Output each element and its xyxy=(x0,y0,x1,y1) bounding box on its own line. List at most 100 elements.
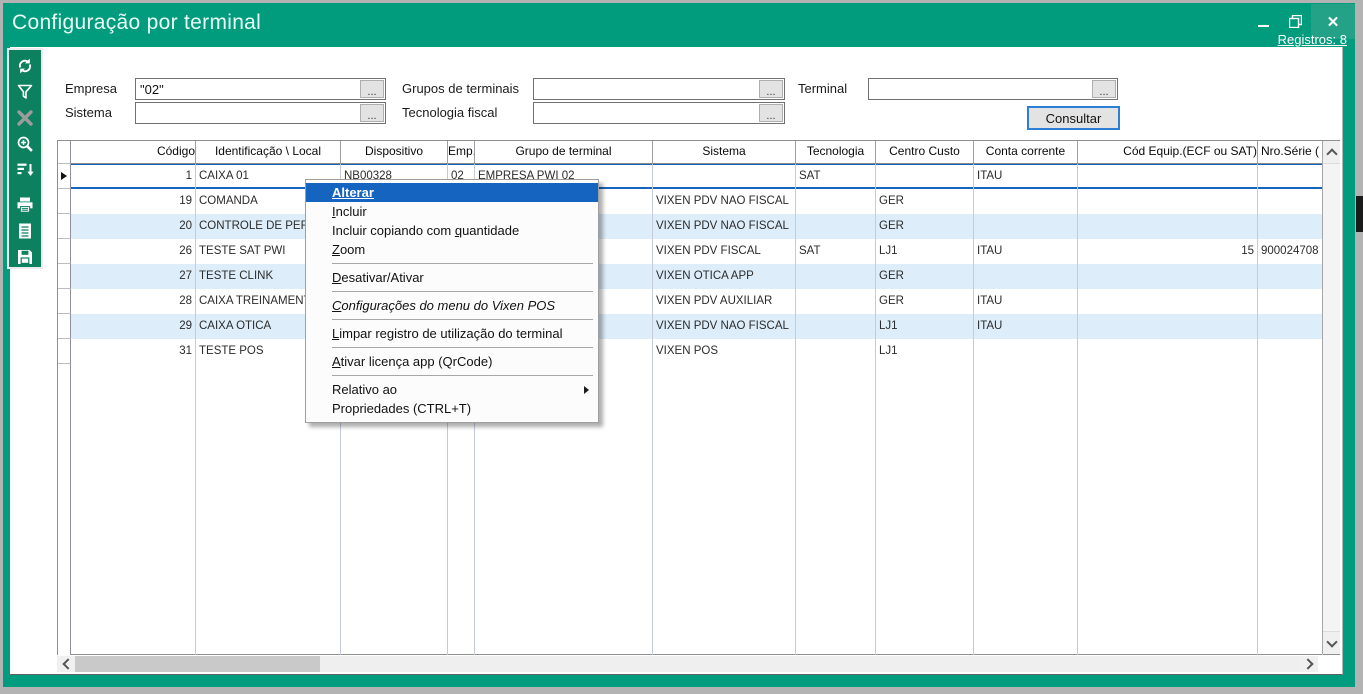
row-header-cell[interactable] xyxy=(58,264,71,289)
window-title[interactable]: Configuração por terminal xyxy=(12,11,261,35)
grid-cell-centro_custo[interactable] xyxy=(876,164,974,189)
consultar-button[interactable]: Consultar xyxy=(1027,106,1120,130)
grid-cell-nro_serie[interactable]: 900024708 xyxy=(1258,239,1323,264)
column-header-4[interactable]: Grupo de terminal xyxy=(475,141,653,164)
column-header-10[interactable]: Nro.Série ( xyxy=(1258,141,1323,164)
grupos-browse-button[interactable]: ... xyxy=(759,80,783,98)
clear-filter-button[interactable] xyxy=(15,108,35,128)
grid-cell-tecnologia[interactable] xyxy=(796,289,876,314)
grid-cell-sistema[interactable] xyxy=(653,164,796,189)
empresa-input[interactable] xyxy=(136,79,359,99)
minimize-button[interactable] xyxy=(1247,4,1279,39)
report-button[interactable] xyxy=(15,221,35,241)
grid-cell-centro_custo[interactable]: LJ1 xyxy=(876,239,974,264)
grid-cell-conta_corrente[interactable]: ITAU xyxy=(974,314,1078,339)
column-header-1[interactable]: Identificação \ Local xyxy=(196,141,341,164)
scroll-up-button[interactable] xyxy=(1323,141,1340,164)
grid-cell-centro_custo[interactable]: GER xyxy=(876,189,974,214)
row-header-cell[interactable] xyxy=(58,314,71,339)
grid-cell-conta_corrente[interactable]: ITAU xyxy=(974,289,1078,314)
grid-cell-nro_serie[interactable] xyxy=(1258,214,1323,239)
grid-cell-centro_custo[interactable]: GER xyxy=(876,289,974,314)
grid-cell-codigo[interactable]: 29 xyxy=(71,314,196,339)
grid-cell-centro_custo[interactable]: LJ1 xyxy=(876,339,974,364)
grid-cell-conta_corrente[interactable] xyxy=(974,189,1078,214)
grid-cell-sistema[interactable]: VIXEN PDV AUXILIAR xyxy=(653,289,796,314)
column-header-8[interactable]: Conta corrente xyxy=(974,141,1078,164)
grid-cell-cod_equip[interactable] xyxy=(1078,164,1258,189)
terminal-browse-button[interactable]: ... xyxy=(1092,80,1116,98)
table-row[interactable]: 20CONTROLE DE PERMANENCIAVIXEN PDV NAO F… xyxy=(58,214,1339,239)
table-row[interactable]: 28CAIXA TREINAMENTOVIXEN PDV AUXILIARGER… xyxy=(58,289,1339,314)
sort-button[interactable] xyxy=(15,160,35,180)
grid-cell-sistema[interactable]: VIXEN PDV FISCAL xyxy=(653,239,796,264)
column-header-2[interactable]: Dispositivo xyxy=(341,141,448,164)
horizontal-scrollbar[interactable] xyxy=(57,656,1318,672)
grid-cell-nro_serie[interactable] xyxy=(1258,164,1323,189)
table-row[interactable]: 27TESTE CLINKVIXEN OTICA APPGER xyxy=(58,264,1339,289)
grid-cell-codigo[interactable]: 26 xyxy=(71,239,196,264)
row-header-cell[interactable] xyxy=(58,164,71,189)
grid-cell-conta_corrente[interactable]: ITAU xyxy=(974,239,1078,264)
column-header-9[interactable]: Cód Equip.(ECF ou SAT) xyxy=(1078,141,1258,164)
table-row[interactable]: 1CAIXA 01NB0032802EMPRESA PWI 02SATITAU xyxy=(58,164,1339,189)
filter-button[interactable] xyxy=(15,82,35,102)
table-row[interactable]: 31TESTE POSVIXEN POSLJ1 xyxy=(58,339,1339,364)
scroll-right-button[interactable] xyxy=(1300,656,1318,672)
print-button[interactable] xyxy=(15,195,35,215)
menu-item-11[interactable]: Ativar licença app (QrCode) xyxy=(306,352,598,371)
grid-cell-tecnologia[interactable]: SAT xyxy=(796,239,876,264)
grid-cell-nro_serie[interactable] xyxy=(1258,189,1323,214)
empresa-browse-button[interactable]: ... xyxy=(360,80,384,98)
grid-cell-sistema[interactable]: VIXEN PDV NAO FISCAL xyxy=(653,314,796,339)
grid-cell-codigo[interactable]: 27 xyxy=(71,264,196,289)
menu-item-7[interactable]: Configurações do menu do Vixen POS xyxy=(306,296,598,315)
grid-cell-nro_serie[interactable] xyxy=(1258,264,1323,289)
sistema-input[interactable] xyxy=(136,103,359,123)
grupos-input[interactable] xyxy=(534,79,758,99)
grid-cell-sistema[interactable]: VIXEN POS xyxy=(653,339,796,364)
grid-cell-sistema[interactable]: VIXEN OTICA APP xyxy=(653,264,796,289)
table-row[interactable]: 19COMANDAVIXEN PDV NAO FISCALGER xyxy=(58,189,1339,214)
grid-cell-centro_custo[interactable]: GER xyxy=(876,214,974,239)
tecnologia-fiscal-input[interactable] xyxy=(534,103,758,123)
column-header-6[interactable]: Tecnologia xyxy=(796,141,876,164)
grid-cell-cod_equip[interactable] xyxy=(1078,314,1258,339)
table-row[interactable]: 29CAIXA OTICAVIXEN PDV NAO FISCALLJ1ITAU xyxy=(58,314,1339,339)
row-header-cell[interactable] xyxy=(58,214,71,239)
zoom-button[interactable] xyxy=(15,134,35,154)
row-header-cell[interactable] xyxy=(58,289,71,314)
grid-cell-conta_corrente[interactable]: ITAU xyxy=(974,164,1078,189)
grid-cell-codigo[interactable]: 1 xyxy=(71,164,196,189)
grid-cell-cod_equip[interactable] xyxy=(1078,289,1258,314)
menu-item-5[interactable]: Desativar/Ativar xyxy=(306,268,598,287)
grid-cell-conta_corrente[interactable] xyxy=(974,264,1078,289)
grid-cell-cod_equip[interactable] xyxy=(1078,339,1258,364)
grid-cell-cod_equip[interactable]: 15 xyxy=(1078,239,1258,264)
scroll-down-button[interactable] xyxy=(1323,631,1340,654)
terminal-input[interactable] xyxy=(869,79,1091,99)
grid-cell-nro_serie[interactable] xyxy=(1258,314,1323,339)
grid-cell-tecnologia[interactable] xyxy=(796,339,876,364)
grid-cell-tecnologia[interactable] xyxy=(796,264,876,289)
row-header-cell[interactable] xyxy=(58,239,71,264)
grid-cell-tecnologia[interactable] xyxy=(796,314,876,339)
column-header-5[interactable]: Sistema xyxy=(653,141,796,164)
grid-cell-codigo[interactable]: 20 xyxy=(71,214,196,239)
grid-cell-sistema[interactable]: VIXEN PDV NAO FISCAL xyxy=(653,214,796,239)
grid-cell-nro_serie[interactable] xyxy=(1258,339,1323,364)
grid-cell-conta_corrente[interactable] xyxy=(974,339,1078,364)
row-header-cell[interactable] xyxy=(58,189,71,214)
grid-cell-centro_custo[interactable]: LJ1 xyxy=(876,314,974,339)
column-header-7[interactable]: Centro Custo xyxy=(876,141,974,164)
grid-cell-cod_equip[interactable] xyxy=(1078,214,1258,239)
grid-cell-codigo[interactable]: 28 xyxy=(71,289,196,314)
grid-cell-cod_equip[interactable] xyxy=(1078,264,1258,289)
menu-item-9[interactable]: Limpar registro de utilização do termina… xyxy=(306,324,598,343)
vertical-scrollbar[interactable] xyxy=(1322,141,1340,654)
menu-item-14[interactable]: Propriedades (CTRL+T) xyxy=(306,399,598,418)
sistema-browse-button[interactable]: ... xyxy=(360,104,384,122)
grid-cell-sistema[interactable]: VIXEN PDV NAO FISCAL xyxy=(653,189,796,214)
horizontal-scrollbar-thumb[interactable] xyxy=(75,656,320,672)
menu-item-1[interactable]: Incluir xyxy=(306,202,598,221)
